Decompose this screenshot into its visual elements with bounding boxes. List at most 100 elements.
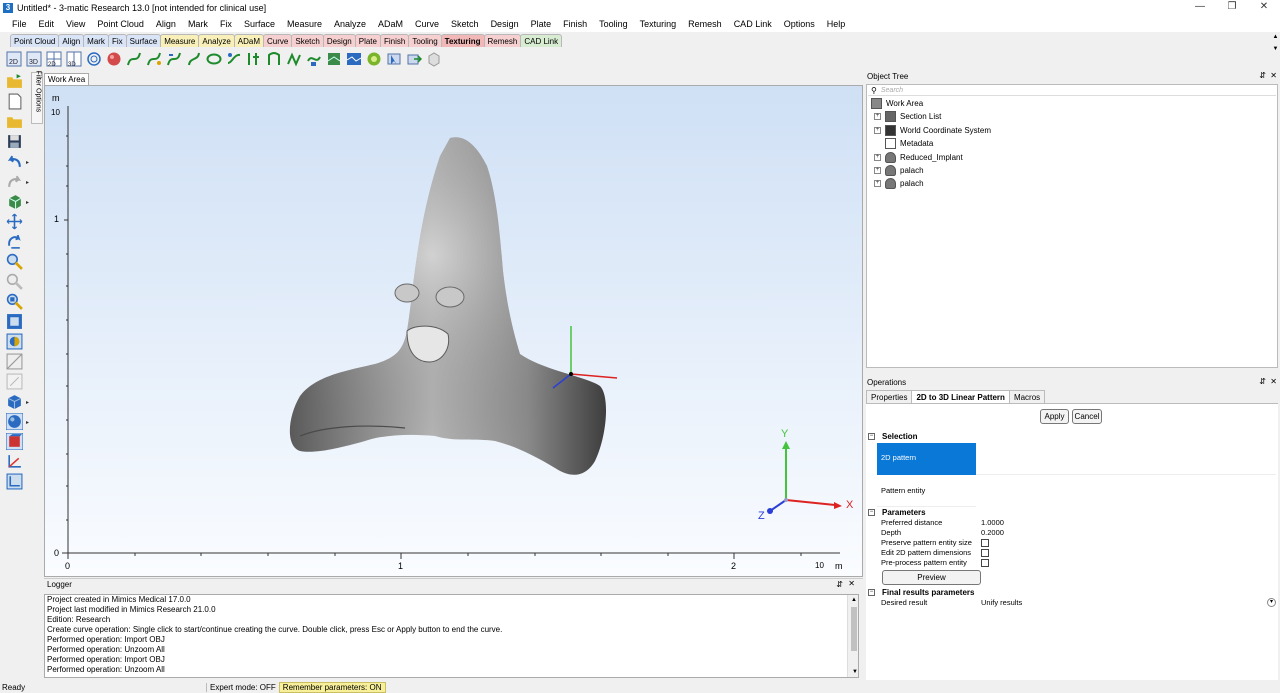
- tab-properties[interactable]: Properties: [866, 390, 913, 403]
- undo-icon[interactable]: ▸: [6, 153, 29, 170]
- curve-tool-1-icon[interactable]: [126, 51, 142, 67]
- work-area-tab[interactable]: Work Area: [44, 73, 90, 85]
- tree-item[interactable]: + World Coordinate System: [874, 124, 991, 136]
- menu-file[interactable]: File: [6, 19, 33, 29]
- open-folder-icon[interactable]: [6, 113, 23, 130]
- menu-analyze[interactable]: Analyze: [328, 19, 372, 29]
- chevron-down-icon[interactable]: ▾: [1267, 598, 1276, 607]
- menu-measure[interactable]: Measure: [281, 19, 328, 29]
- new-document-icon[interactable]: [6, 93, 23, 110]
- zoom-icon[interactable]: [6, 253, 23, 270]
- preserve-size-checkbox[interactable]: [981, 539, 989, 547]
- menu-finish[interactable]: Finish: [557, 19, 593, 29]
- menu-help[interactable]: Help: [821, 19, 852, 29]
- menu-tooling[interactable]: Tooling: [593, 19, 634, 29]
- parameters-section[interactable]: − Parameters: [868, 508, 926, 517]
- pin-icon[interactable]: ⇵: [836, 580, 843, 589]
- pan-icon[interactable]: [6, 213, 23, 230]
- scroll-thumb[interactable]: [851, 607, 857, 651]
- selection-section[interactable]: − Selection: [868, 432, 918, 441]
- tab-texturing[interactable]: Texturing: [440, 34, 485, 47]
- tab-analyze[interactable]: Analyze: [198, 34, 235, 47]
- ribbon-scroll[interactable]: ▲ ▼: [1271, 34, 1280, 68]
- menu-curve[interactable]: Curve: [409, 19, 445, 29]
- ops-pin-icon[interactable]: ⇵: [1259, 377, 1266, 386]
- menu-cad-link[interactable]: CAD Link: [728, 19, 778, 29]
- minimize-icon[interactable]: —: [1184, 0, 1216, 16]
- preview-button[interactable]: Preview: [882, 570, 981, 585]
- menu-plate[interactable]: Plate: [525, 19, 558, 29]
- tab-fix[interactable]: Fix: [107, 34, 127, 47]
- curve-tool-3-icon[interactable]: [166, 51, 182, 67]
- tree-item[interactable]: Metadata: [874, 138, 933, 150]
- split-3d-view-icon[interactable]: 3D: [66, 51, 82, 67]
- desired-result-row[interactable]: Desired result Unify results: [881, 598, 1276, 608]
- menu-edit[interactable]: Edit: [33, 19, 61, 29]
- tab-surface[interactable]: Surface: [125, 34, 162, 47]
- redo-icon[interactable]: ▸: [6, 173, 29, 190]
- cursor-select-icon[interactable]: [386, 51, 402, 67]
- expand-icon[interactable]: +: [874, 167, 881, 174]
- expert-mode-status[interactable]: Expert mode: OFF: [206, 682, 279, 692]
- tree-item[interactable]: + palach: [874, 178, 924, 190]
- tree-item[interactable]: Work Area: [871, 98, 923, 109]
- zoom-out-icon[interactable]: [6, 273, 23, 290]
- tree-item[interactable]: + palach: [874, 165, 924, 176]
- pattern-2d-value[interactable]: [976, 443, 1276, 475]
- box-icon[interactable]: [426, 51, 442, 67]
- menu-sketch[interactable]: Sketch: [445, 19, 485, 29]
- tab-point-cloud[interactable]: Point Cloud: [10, 34, 60, 47]
- tab-design[interactable]: Design: [322, 34, 356, 47]
- remember-parameters-status[interactable]: Remember parameters: ON: [278, 681, 386, 693]
- expand-icon[interactable]: +: [874, 153, 881, 161]
- apply-button[interactable]: Apply: [1040, 409, 1069, 424]
- save-icon[interactable]: [6, 133, 23, 150]
- preprocess-row[interactable]: Pre-process pattern entity: [881, 558, 1276, 568]
- curve-tool-5-icon[interactable]: [226, 51, 242, 67]
- menu-remesh[interactable]: Remesh: [682, 19, 728, 29]
- filter-options-tab[interactable]: Filter Options: [31, 71, 43, 124]
- solid-cube-icon[interactable]: ▸: [6, 393, 29, 410]
- scroll-down-icon[interactable]: ▼: [850, 667, 858, 677]
- open-project-icon[interactable]: [6, 73, 23, 90]
- desired-result-select[interactable]: Unify results: [981, 598, 1022, 608]
- cancel-button[interactable]: Cancel: [1072, 409, 1102, 424]
- color-cube-icon[interactable]: [6, 433, 23, 450]
- section-plane-disabled-icon[interactable]: [6, 373, 23, 390]
- expand-icon[interactable]: +: [874, 180, 881, 188]
- tab-tooling[interactable]: Tooling: [408, 34, 442, 47]
- collapse-icon[interactable]: −: [868, 589, 875, 596]
- pattern-entity-field[interactable]: Pattern entity: [877, 475, 976, 507]
- curve-tool-7-icon[interactable]: [266, 51, 282, 67]
- view-2d-icon[interactable]: 2D: [6, 51, 22, 67]
- tab-adam[interactable]: ADaM: [233, 34, 265, 47]
- expand-icon[interactable]: +: [874, 126, 881, 134]
- 3d-viewport[interactable]: m 10 1 0 0 1 2 10 m Y X Z: [44, 85, 863, 577]
- expand-icon[interactable]: +: [874, 113, 881, 121]
- ellipse-tool-icon[interactable]: [206, 51, 222, 67]
- map-tool-icon[interactable]: [346, 51, 362, 67]
- tab-mark[interactable]: Mark: [83, 34, 109, 47]
- tab-linear-pattern[interactable]: 2D to 3D Linear Pattern: [911, 390, 1010, 403]
- menu-view[interactable]: View: [60, 19, 91, 29]
- tree-close-icon[interactable]: ✕: [1270, 71, 1277, 80]
- tree-item[interactable]: + Reduced_Implant: [874, 151, 963, 163]
- preprocess-checkbox[interactable]: [981, 559, 989, 567]
- search-input[interactable]: Search: [881, 87, 903, 94]
- collapse-icon[interactable]: −: [868, 433, 875, 440]
- menu-adam[interactable]: ADaM: [372, 19, 409, 29]
- coordinate-axes-icon[interactable]: [6, 453, 23, 470]
- menu-options[interactable]: Options: [778, 19, 821, 29]
- tab-remesh[interactable]: Remesh: [483, 34, 522, 47]
- preferred-distance-input[interactable]: 1.0000: [981, 518, 1004, 528]
- export-icon[interactable]: [406, 51, 422, 67]
- view-box-icon[interactable]: [6, 473, 23, 490]
- close-icon[interactable]: ✕: [1248, 0, 1280, 16]
- circle-select-icon[interactable]: [366, 51, 382, 67]
- zoom-fit-icon[interactable]: [6, 293, 23, 310]
- shaded-sphere-icon[interactable]: ▸: [6, 413, 29, 430]
- depth-input[interactable]: 0.2000: [981, 528, 1004, 538]
- tree-pin-icon[interactable]: ⇵: [1259, 71, 1266, 80]
- mesh-model[interactable]: [289, 137, 607, 475]
- preserve-size-row[interactable]: Preserve pattern entity size: [881, 538, 1276, 548]
